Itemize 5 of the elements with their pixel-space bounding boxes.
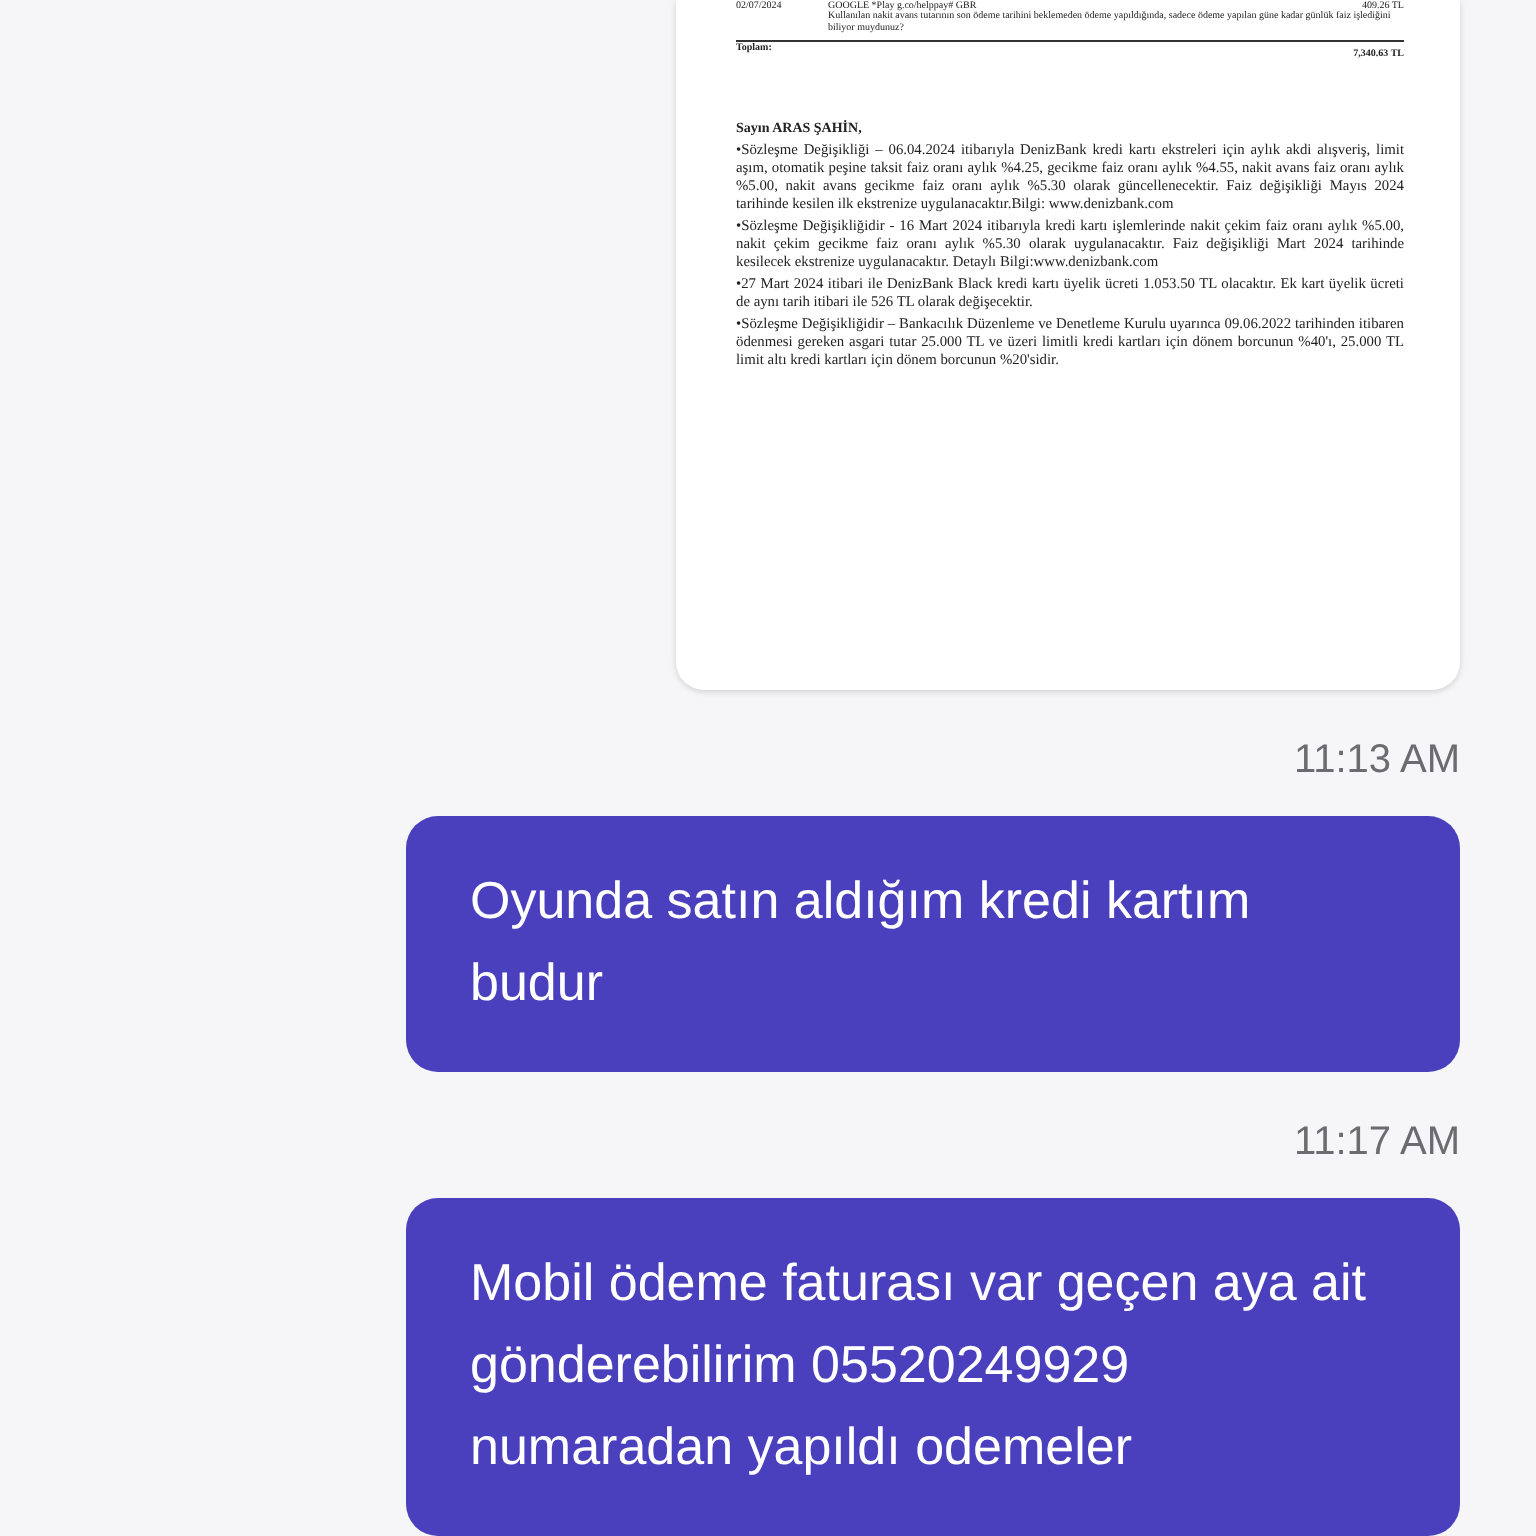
- message-bubble: Mobil ödeme faturası var geçen aya ait gönderebilirim 05520249929 numaradan yapıldı odemeler: [406, 1198, 1460, 1536]
- message-time: 11:13 AM: [1293, 738, 1460, 784]
- message-time: 11:17 AM: [1293, 1120, 1460, 1166]
- statement-document[interactable]: [676, 0, 1460, 690]
- message-bubble: Oyunda satın aldığım kredi kartım budur: [406, 816, 1460, 1072]
